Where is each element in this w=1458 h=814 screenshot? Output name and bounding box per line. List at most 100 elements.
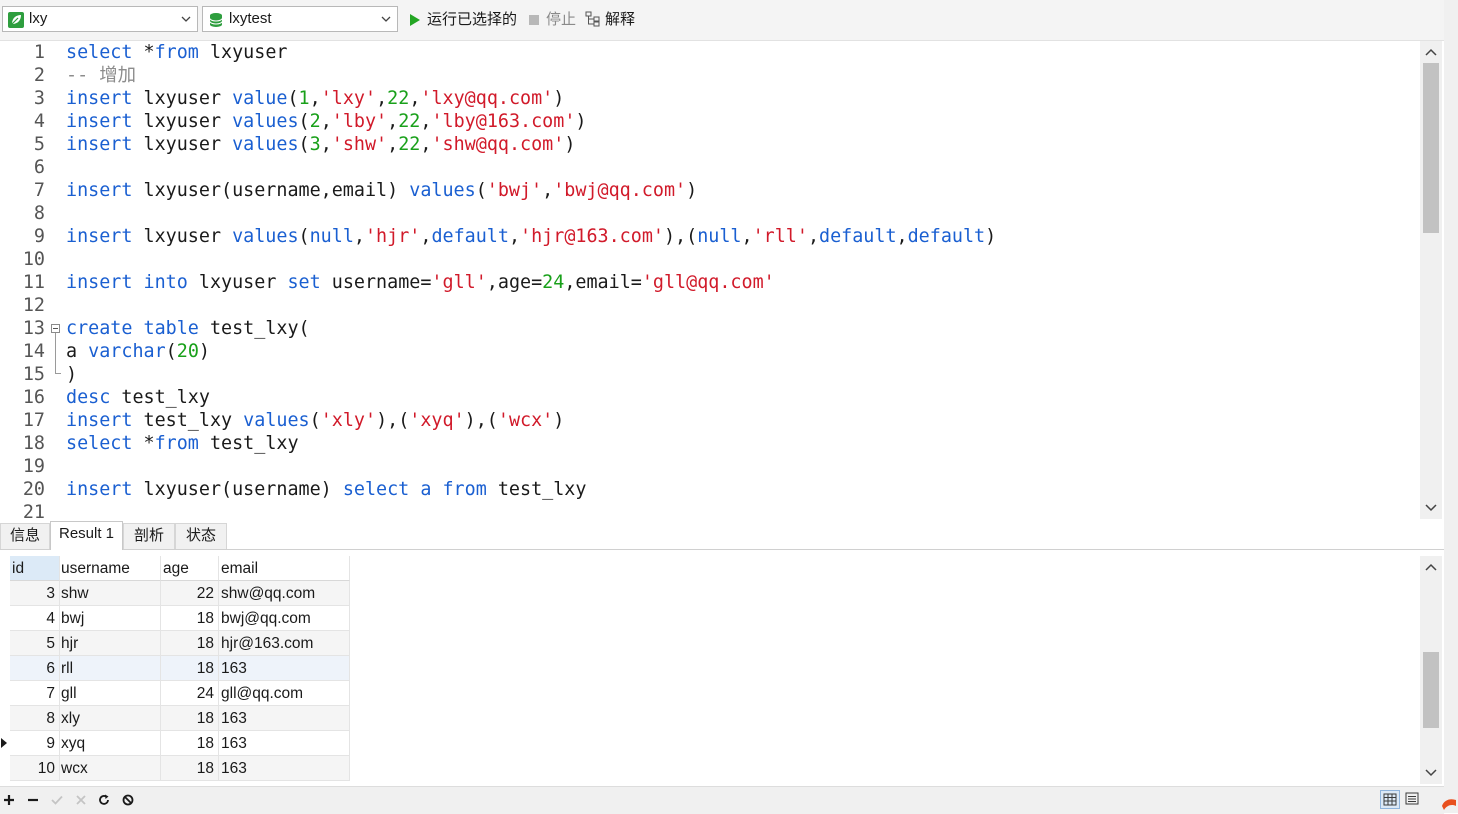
scroll-up-icon[interactable] [1425, 562, 1437, 572]
connection-select[interactable]: lxy [2, 6, 198, 32]
code-line[interactable]: 18 select *from test_lxy [0, 432, 1420, 455]
cell-id[interactable]: 3 [10, 581, 60, 606]
code-text[interactable]: ) [66, 363, 77, 386]
code-line[interactable]: 13 create table test_lxy( [0, 317, 1420, 340]
table-row[interactable]: 5 hjr 18 hjr@163.com [10, 631, 350, 656]
form-view-button[interactable] [1403, 790, 1423, 809]
cell-id[interactable]: 4 [10, 606, 60, 631]
cell-username[interactable]: hjr [60, 631, 161, 656]
cell-username[interactable]: xly [60, 706, 161, 731]
table-row[interactable]: 3 shw 22 shw@qq.com [10, 581, 350, 606]
grid-scroll-thumb[interactable] [1423, 652, 1439, 728]
code-text[interactable]: create table test_lxy( [66, 317, 310, 340]
code-text[interactable]: insert lxyuser(username) select a from t… [66, 478, 586, 501]
code-line[interactable]: 3 insert lxyuser value(1,'lxy',22,'lxy@qq… [0, 87, 1420, 110]
cell-username[interactable]: wcx [60, 756, 161, 781]
table-row[interactable]: 9 xyq 18 163 [10, 731, 350, 756]
table-row[interactable]: 4 bwj 18 bwj@qq.com [10, 606, 350, 631]
table-row[interactable]: 6 rll 18 163 [10, 656, 350, 681]
code-text[interactable]: insert lxyuser value(1,'lxy',22,'lxy@qq.… [66, 87, 564, 110]
code-text[interactable]: insert lxyuser values(null,'hjr',default… [66, 225, 996, 248]
tab-status[interactable]: 状态 [175, 523, 227, 549]
code-line[interactable]: 5 insert lxyuser values(3,'shw',22,'shw@q… [0, 133, 1420, 156]
code-text[interactable]: insert into lxyuser set username='gll',a… [66, 271, 775, 294]
tab-profile[interactable]: 剖析 [123, 523, 175, 549]
code-line[interactable]: 21 [0, 501, 1420, 519]
cell-email[interactable]: 163 [219, 706, 350, 731]
code-text[interactable]: select *from test_lxy [66, 432, 299, 455]
cell-age[interactable]: 18 [161, 656, 219, 681]
fold-toggle-icon[interactable] [51, 324, 60, 333]
cancel-x-icon[interactable] [75, 794, 87, 806]
table-row[interactable]: 8 xly 18 163 [10, 706, 350, 731]
cell-username[interactable]: shw [60, 581, 161, 606]
cell-id[interactable]: 9 [10, 731, 60, 756]
column-header-id[interactable]: id [10, 556, 60, 581]
cell-username[interactable]: bwj [60, 606, 161, 631]
cell-id[interactable]: 8 [10, 706, 60, 731]
grid-view-button[interactable] [1380, 790, 1400, 809]
code-line[interactable]: 16 desc test_lxy [0, 386, 1420, 409]
cell-username[interactable]: rll [60, 656, 161, 681]
stop-circle-icon[interactable] [122, 794, 134, 806]
scroll-down-icon[interactable] [1425, 503, 1437, 513]
column-header-username[interactable]: username [60, 556, 161, 581]
explain-button[interactable]: 解释 [585, 8, 641, 32]
code-line[interactable]: 2 -- 增加 [0, 64, 1420, 87]
cell-email[interactable]: shw@qq.com [219, 581, 350, 606]
code-line[interactable]: 4 insert lxyuser values(2,'lby',22,'lby@1… [0, 110, 1420, 133]
code-text[interactable]: select *from lxyuser [66, 41, 287, 64]
tab-info[interactable]: 信息 [0, 523, 50, 549]
column-header-email[interactable]: email [219, 556, 350, 581]
cell-username[interactable]: xyq [60, 731, 161, 756]
code-text[interactable]: -- 增加 [66, 64, 136, 87]
stop-button[interactable]: 停止 [528, 8, 580, 32]
table-row[interactable]: 7 gll 24 gll@qq.com [10, 681, 350, 706]
cell-age[interactable]: 18 [161, 756, 219, 781]
cell-email[interactable]: 163 [219, 656, 350, 681]
cell-age[interactable]: 22 [161, 581, 219, 606]
tab-result-1[interactable]: Result 1 [50, 521, 123, 550]
code-text[interactable]: desc test_lxy [66, 386, 210, 409]
code-text[interactable]: insert test_lxy values('xly'),('xyq'),('… [66, 409, 564, 432]
table-row[interactable]: 10 wcx 18 163 [10, 756, 350, 781]
code-line[interactable]: 15) [0, 363, 1420, 386]
cell-username[interactable]: gll [60, 681, 161, 706]
cell-id[interactable]: 6 [10, 656, 60, 681]
editor-scroll-thumb[interactable] [1423, 63, 1439, 233]
code-line[interactable]: 8 [0, 202, 1420, 225]
apply-check-icon[interactable] [51, 794, 63, 806]
scroll-up-icon[interactable] [1425, 47, 1437, 57]
grid-scrollbar[interactable] [1420, 556, 1442, 784]
code-line[interactable]: 10 [0, 248, 1420, 271]
database-select[interactable]: lxytest [202, 6, 398, 32]
cell-age[interactable]: 24 [161, 681, 219, 706]
cell-age[interactable]: 18 [161, 731, 219, 756]
code-text[interactable]: insert lxyuser values(2,'lby',22,'lby@16… [66, 110, 586, 133]
column-header-age[interactable]: age [161, 556, 219, 581]
cell-email[interactable]: bwj@qq.com [219, 606, 350, 631]
code-line[interactable]: 17 insert test_lxy values('xly'),('xyq'),… [0, 409, 1420, 432]
cell-email[interactable]: hjr@163.com [219, 631, 350, 656]
code-line[interactable]: 12 [0, 294, 1420, 317]
delete-row-icon[interactable] [27, 794, 39, 806]
code-line[interactable]: 11 insert into lxyuser set username='gll'… [0, 271, 1420, 294]
code-line[interactable]: 20 insert lxyuser(username) select a from… [0, 478, 1420, 501]
cell-age[interactable]: 18 [161, 706, 219, 731]
scroll-down-icon[interactable] [1425, 768, 1437, 778]
add-row-icon[interactable] [3, 794, 15, 806]
result-grid[interactable]: id username age email 3 shw 22 shw@qq.co… [0, 556, 1420, 782]
code-line[interactable]: 9 insert lxyuser values(null,'hjr',defaul… [0, 225, 1420, 248]
code-text[interactable]: a varchar(20) [66, 340, 210, 363]
cell-email[interactable]: 163 [219, 731, 350, 756]
code-line[interactable]: 19 [0, 455, 1420, 478]
sql-editor[interactable]: 1 select *from lxyuser 2 -- 增加 3 insert lxyus… [0, 41, 1420, 519]
cell-age[interactable]: 18 [161, 631, 219, 656]
code-line[interactable]: 14 a varchar(20) [0, 340, 1420, 363]
cell-email[interactable]: 163 [219, 756, 350, 781]
refresh-icon[interactable] [98, 794, 110, 806]
cell-email[interactable]: gll@qq.com [219, 681, 350, 706]
cell-id[interactable]: 5 [10, 631, 60, 656]
code-line[interactable]: 6 [0, 156, 1420, 179]
code-line[interactable]: 1 select *from lxyuser [0, 41, 1420, 64]
